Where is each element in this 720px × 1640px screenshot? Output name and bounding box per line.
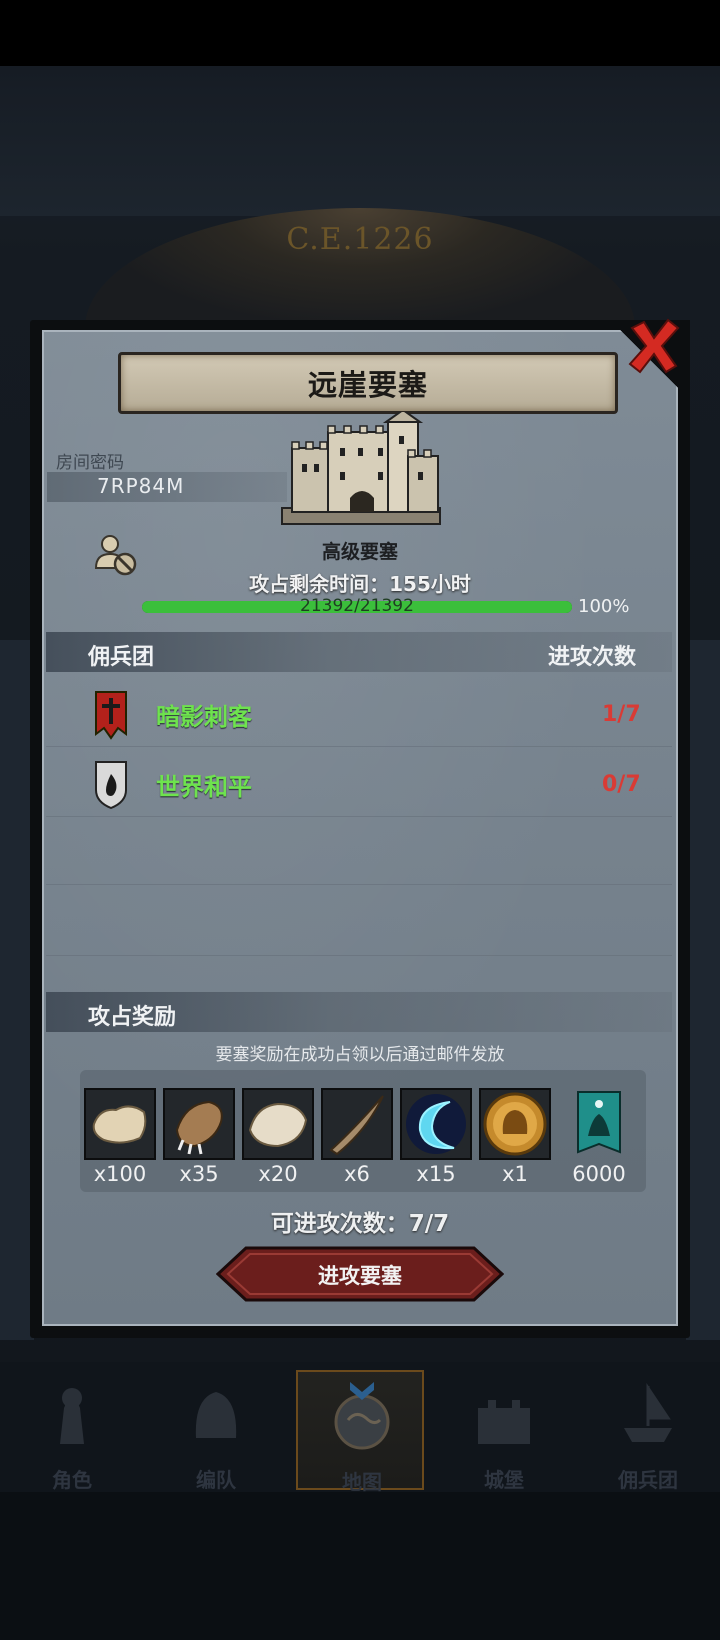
remaining-attempts: 可进攻次数：7/7 <box>270 1211 450 1237</box>
nav-castle-label: 城堡 <box>484 1468 524 1492</box>
nav-formation-label: 编队 <box>196 1468 236 1492</box>
row-divider <box>46 816 672 817</box>
ship-icon <box>624 1383 672 1442</box>
reward-quantity: 6000 <box>572 1162 626 1186</box>
attack-button-label[interactable]: 进攻要塞 <box>216 1260 504 1290</box>
helmet-icon <box>195 1392 237 1438</box>
horn-icon <box>329 1095 384 1156</box>
nav-formation[interactable]: 编队 <box>152 1370 280 1492</box>
reward-item[interactable] <box>400 1088 472 1160</box>
reward-item[interactable] <box>84 1088 156 1160</box>
beast-claw-icon <box>175 1100 223 1155</box>
row-divider <box>46 746 672 747</box>
reward-item[interactable] <box>574 1088 624 1160</box>
reward-header-label: 攻占奖励 <box>88 1005 177 1030</box>
guild-name[interactable]: 世界和平 <box>156 767 252 802</box>
reward-quantity: x15 <box>416 1162 456 1186</box>
guild-attack-count: 1/7 <box>602 702 641 727</box>
reward-quantity: x20 <box>258 1162 298 1186</box>
room-code[interactable]: 7RP84M <box>97 474 184 498</box>
reward-item[interactable] <box>242 1088 314 1160</box>
nav-castle[interactable]: 城堡 <box>440 1370 568 1492</box>
bottom-background <box>0 1492 720 1640</box>
fortress-image <box>281 412 441 525</box>
capture-time-left: 攻占剩余时间：155小时 <box>249 572 471 596</box>
close-button[interactable] <box>626 318 682 374</box>
reward-quantity: x100 <box>93 1162 147 1186</box>
nav-mercenary[interactable]: 佣兵团 <box>584 1370 712 1492</box>
white-pelt-icon <box>248 1102 308 1148</box>
guild-attack-count: 0/7 <box>602 772 641 797</box>
attack-count-header: 进攻次数 <box>548 645 637 670</box>
reward-quantity: x6 <box>344 1162 370 1186</box>
room-code-label: 房间密码 <box>56 453 124 473</box>
background-top-strip <box>0 66 720 216</box>
close-icon <box>628 318 680 374</box>
fortress-title: 远崖要塞 <box>307 368 428 402</box>
blue-crescent-icon <box>406 1094 466 1154</box>
reward-quantity: x35 <box>179 1162 219 1186</box>
reward-item[interactable] <box>163 1088 235 1160</box>
reward-mail-note: 要塞奖励在成功占领以后通过邮件发放 <box>215 1045 505 1065</box>
nav-map-label: 地图 <box>342 1470 382 1494</box>
status-bar <box>0 0 720 66</box>
globe-map-icon <box>334 1382 390 1450</box>
row-divider <box>46 955 672 956</box>
fur-pelt-icon <box>92 1105 147 1144</box>
guild-banner-icon <box>577 1091 621 1154</box>
hp-percent: 100% <box>578 596 630 617</box>
reward-quantity: x1 <box>502 1162 528 1186</box>
nav-role[interactable]: 角色 <box>8 1370 136 1492</box>
hp-value: 21392/21392 <box>300 596 414 616</box>
flame-shield-icon <box>95 761 127 810</box>
castle-icon <box>478 1400 530 1444</box>
guild-name[interactable]: 暗影刺客 <box>156 697 252 732</box>
reward-item[interactable] <box>479 1088 551 1160</box>
knight-icon <box>60 1388 84 1444</box>
nav-map[interactable]: 地图 <box>296 1370 424 1494</box>
guild-header-label: 佣兵团 <box>88 645 155 670</box>
fortress-type: 高级要塞 <box>321 541 398 563</box>
reward-item[interactable] <box>321 1088 393 1160</box>
red-cross-banner-icon <box>95 691 127 740</box>
nav-role-label: 角色 <box>52 1468 92 1492</box>
row-divider <box>46 884 672 885</box>
title-banner: 远崖要塞 <box>118 352 618 414</box>
golden-helmet-medal-icon <box>483 1092 547 1156</box>
era-year: C.E.1226 <box>286 222 434 257</box>
nav-mercenary-label: 佣兵团 <box>618 1468 678 1492</box>
